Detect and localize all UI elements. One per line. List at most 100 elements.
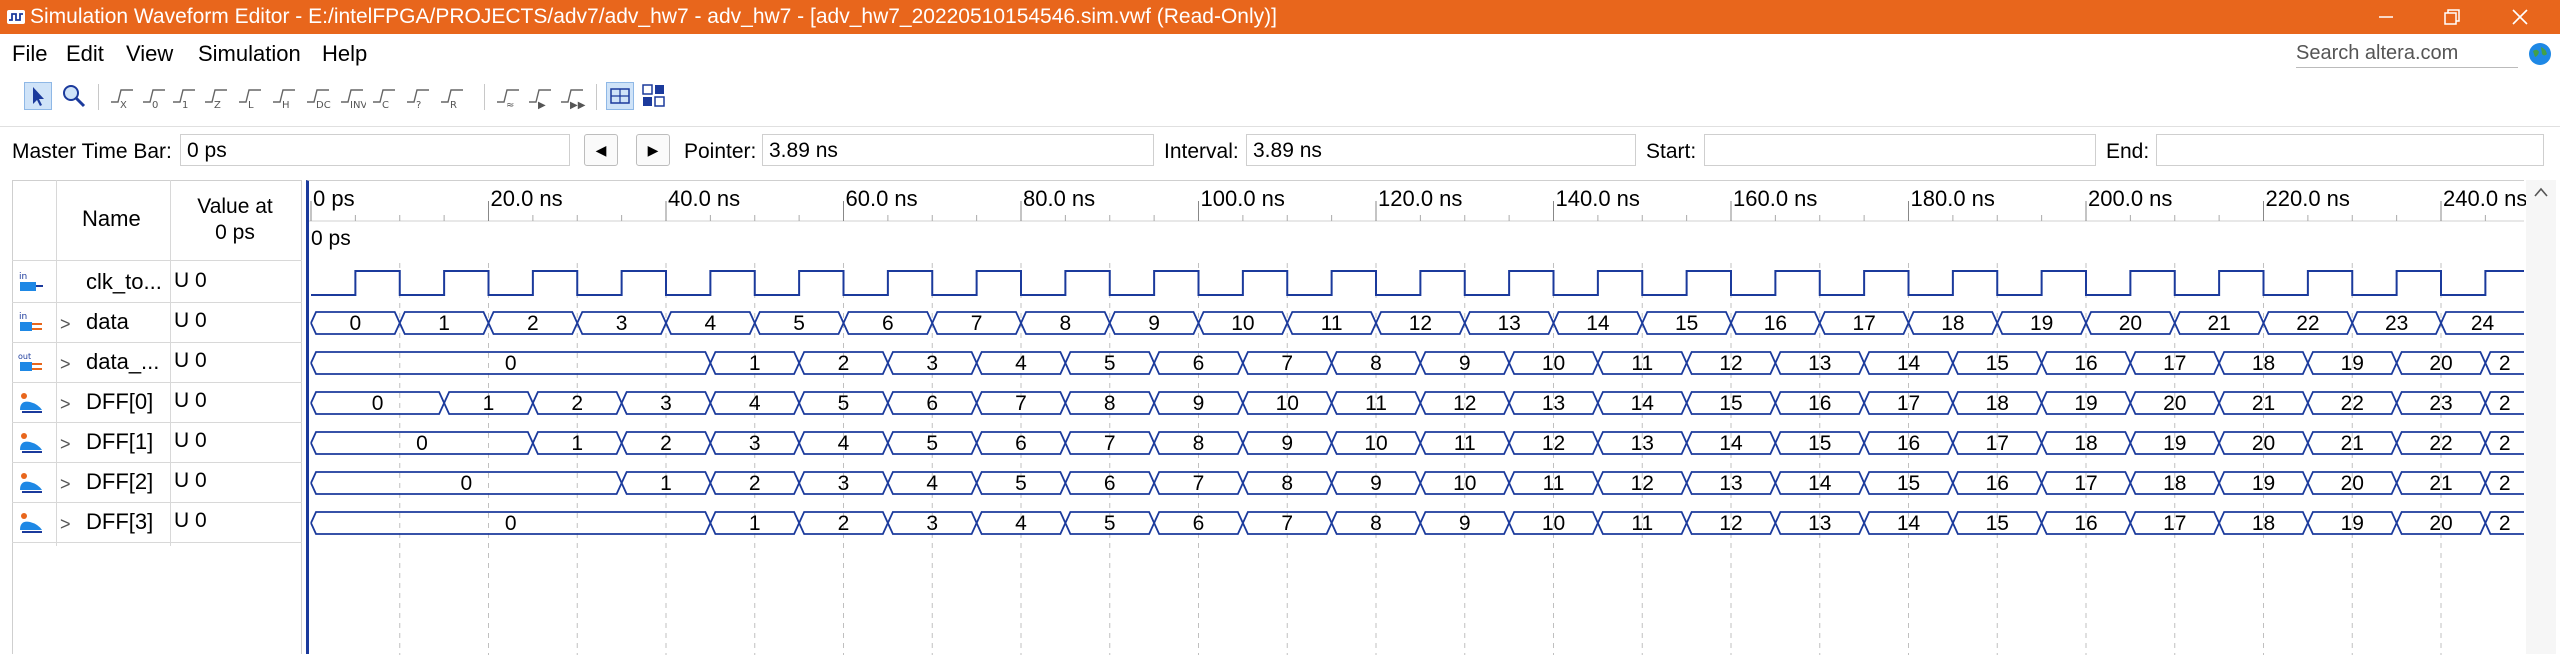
bus-value-label: 2 — [527, 312, 539, 335]
scroll-up-arrow-icon[interactable] — [2532, 184, 2550, 202]
bus-value-label: 1 — [438, 312, 450, 335]
bus-value-label: 2 — [2499, 512, 2511, 535]
master-time-bar-field[interactable]: 0 ps — [180, 134, 570, 166]
svg-text:▶▶: ▶▶ — [570, 100, 586, 110]
next-transition-button[interactable]: ▶ — [636, 134, 670, 166]
signal-row[interactable]: in > data U 0 — [12, 302, 302, 342]
signal-row[interactable]: > DFF[2] U 0 — [12, 462, 302, 502]
signal-row[interactable]: > DFF[1] U 0 — [12, 422, 302, 462]
bus-value-label: 22 — [2429, 432, 2452, 455]
bus-value-label: 20 — [2252, 432, 2275, 455]
expand-chevron-icon[interactable]: > — [60, 434, 71, 455]
signal-value: U 0 — [174, 429, 207, 452]
bus-value-label: 23 — [2385, 312, 2408, 335]
expand-chevron-icon[interactable]: > — [60, 514, 71, 535]
bus-value-label: 16 — [2074, 512, 2097, 535]
restore-button[interactable] — [2422, 0, 2482, 34]
bus-value-label: 8 — [1193, 432, 1205, 455]
expand-chevron-icon[interactable]: > — [60, 354, 71, 375]
bus-value-label: 0 — [505, 512, 517, 535]
count-value-icon[interactable]: C — [370, 82, 398, 111]
menu-file[interactable]: File — [12, 40, 47, 68]
bus-value-label: 19 — [2341, 512, 2364, 535]
bus-value-label: 17 — [2163, 512, 2186, 535]
value-header-line1: Value at — [197, 195, 273, 218]
invert-icon[interactable]: INV — [338, 82, 367, 111]
name-column-header[interactable]: Name — [82, 206, 141, 232]
force-weak-low-icon[interactable]: L — [236, 82, 264, 111]
globe-icon[interactable] — [2528, 42, 2552, 66]
bus-value-label: 5 — [1015, 472, 1027, 495]
vertical-scrollbar[interactable] — [2526, 180, 2556, 654]
waveform-canvas[interactable]: 0 ps0 1 2 3 4 5 6 7 8 9 10 11 12 13 14 15 16 17 18 19 20 21 22… — [309, 181, 2524, 655]
svg-text:DC: DC — [316, 100, 331, 110]
bus-value-label: 5 — [793, 312, 805, 335]
bus-value-label: 0 — [350, 312, 362, 335]
minimize-button[interactable] — [2356, 0, 2416, 34]
bus-value-label: 6 — [926, 392, 938, 415]
close-button[interactable] — [2490, 0, 2550, 34]
grid-settings-icon[interactable] — [640, 82, 668, 110]
overwrite-value-icon[interactable]: ≈ — [494, 82, 522, 111]
previous-transition-button[interactable]: ◀ — [584, 134, 618, 166]
bus-value-label: 19 — [2341, 352, 2364, 375]
expand-chevron-icon[interactable]: > — [60, 474, 71, 495]
bus-value-label: 5 — [838, 392, 850, 415]
menu-simulation[interactable]: Simulation — [198, 40, 301, 68]
minimize-icon — [2379, 16, 2393, 18]
bus-value-label: 7 — [1193, 472, 1205, 495]
signal-row[interactable]: out > data_... U 0 — [12, 342, 302, 382]
bus-value-label: 12 — [1719, 352, 1742, 375]
bus-value-label: 9 — [1459, 512, 1471, 535]
force-high-impedance-icon[interactable]: Z — [202, 82, 230, 111]
menu-edit[interactable]: Edit — [66, 40, 104, 68]
bus-value-label: 13 — [1497, 312, 1520, 335]
run-timing-simulation-icon[interactable]: ▶▶ — [558, 82, 586, 111]
signal-row[interactable]: in clk_to... U 0 — [12, 262, 302, 302]
zoom-tool-icon[interactable] — [60, 82, 88, 110]
bus-value-label: 5 — [1104, 352, 1116, 375]
start-field — [1704, 134, 2096, 166]
selection-tool-icon[interactable] — [24, 82, 52, 110]
input-bus-icon: in — [19, 312, 42, 331]
force-unknown-icon[interactable]: X — [108, 82, 136, 111]
force-weak-high-icon[interactable]: H — [270, 82, 298, 111]
snap-to-grid-icon[interactable] — [606, 82, 634, 110]
svg-text:1: 1 — [182, 100, 188, 110]
cursor-time-label: 0 ps — [311, 227, 351, 250]
bus-value-label: 16 — [1808, 392, 1831, 415]
restore-icon — [2444, 9, 2460, 25]
value-column-header[interactable]: Value at 0 ps — [180, 194, 290, 246]
random-values-icon[interactable]: R — [438, 82, 466, 111]
header-divider — [12, 260, 302, 261]
bus-value-label: 19 — [2252, 472, 2275, 495]
bus-value-label: 6 — [1193, 352, 1205, 375]
expand-chevron-icon[interactable]: > — [60, 314, 71, 335]
force-dont-care-icon[interactable]: DC — [304, 82, 332, 111]
signal-row[interactable]: > DFF[3] U 0 — [12, 502, 302, 542]
signal-row[interactable]: > DFF[0] U 0 — [12, 382, 302, 422]
bus-value-label: 3 — [616, 312, 628, 335]
ruler-tick-label: 100.0 ns — [1200, 186, 1285, 211]
expand-chevron-icon[interactable]: > — [60, 394, 71, 415]
bus-value-label: 4 — [705, 312, 717, 335]
search-input[interactable]: Search altera.com — [2296, 39, 2518, 68]
run-functional-simulation-icon[interactable]: ▶ — [526, 82, 554, 111]
bus-value-label: 3 — [926, 512, 938, 535]
waveform-pane[interactable]: 0 ps 0 1 2 3 4 5 6 7 8 9 10 11 12 13 14 15 16 17 18 19 20 21 22… — [306, 180, 2524, 655]
force-low-icon[interactable]: 0 — [140, 82, 168, 111]
force-high-icon[interactable]: 1 — [170, 82, 198, 111]
bus-value-label: 7 — [1104, 432, 1116, 455]
bus-value-label: 20 — [2119, 312, 2142, 335]
bus-value-label: 12 — [1719, 512, 1742, 535]
overwrite-clock-icon[interactable]: ? — [404, 82, 432, 111]
bus-value-label: 21 — [2207, 312, 2230, 335]
toolbar-separator — [596, 84, 597, 110]
menu-help[interactable]: Help — [322, 40, 367, 68]
menu-view[interactable]: View — [126, 40, 173, 68]
app-icon — [7, 10, 25, 24]
bus-value-label: 9 — [1281, 432, 1293, 455]
bus-value-label: 9 — [1148, 312, 1160, 335]
bus-value-label: 0 — [460, 472, 472, 495]
bus-value-label: 1 — [483, 392, 495, 415]
